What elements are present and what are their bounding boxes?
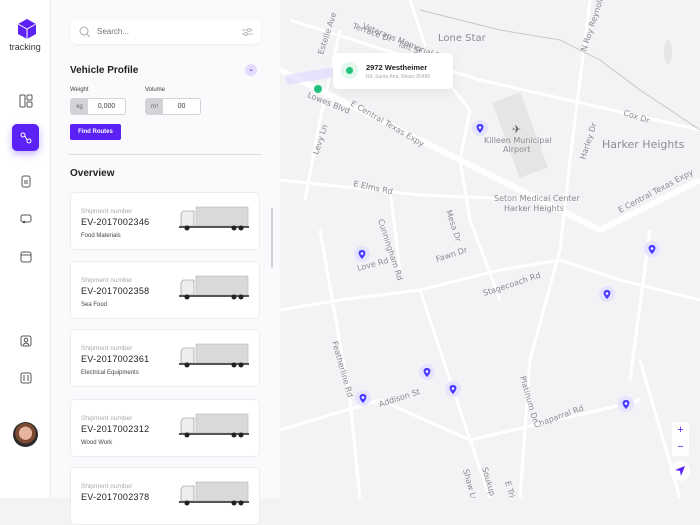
weight-field[interactable]: kg0,000 (70, 98, 126, 115)
airport-icon: ✈ (512, 123, 521, 136)
nav-profile[interactable] (12, 327, 39, 354)
location-dot-icon (341, 62, 358, 79)
volume-label: Volume (145, 87, 165, 93)
scrollbar[interactable] (271, 208, 273, 268)
shipment-number: EV-2017002312 (81, 424, 149, 434)
shipment-label: Shipment number (81, 345, 132, 352)
location-popup[interactable]: 2972 Westheimer Rd. Santa Ana, Illinois … (333, 53, 453, 89)
map-label: Harker Heights (602, 138, 685, 151)
shipment-card[interactable]: Shipment number EV-2017002361 Electrical… (70, 329, 260, 387)
calendar-icon (19, 249, 33, 263)
zoom-in-button[interactable]: + (672, 422, 689, 439)
find-routes-button[interactable]: Find Routes (70, 124, 121, 140)
shipment-label: Shipment number (81, 208, 132, 215)
locate-button[interactable] (670, 461, 690, 481)
logo[interactable]: tracking (10, 18, 40, 45)
sidebar: tracking (0, 0, 51, 498)
truck-image (179, 206, 249, 232)
popup-subtitle: Rd. Santa Ana, Illinois 85486 (366, 74, 430, 80)
shipment-label: Shipment number (81, 415, 132, 422)
vehicle-icon (19, 211, 33, 225)
weight-value[interactable]: 0,000 (88, 99, 125, 114)
origin-marker[interactable] (314, 85, 322, 93)
dashboard-icon (19, 94, 33, 108)
shipment-card[interactable]: Shipment number EV-2017002312 Wood Work (70, 399, 260, 457)
truck-image (179, 343, 249, 369)
shipment-number: EV-2017002378 (81, 492, 149, 502)
nav-settings[interactable] (12, 364, 39, 391)
nav-routes[interactable] (12, 124, 39, 151)
shipment-number: EV-2017002346 (81, 217, 149, 227)
navigation-arrow-icon (675, 466, 685, 476)
location-pin-icon[interactable] (445, 381, 461, 397)
location-pin-icon[interactable] (354, 246, 370, 262)
settings-sliders-icon (19, 371, 33, 385)
search-input[interactable] (97, 27, 242, 36)
avatar[interactable] (13, 422, 38, 447)
logo-text: tracking (6, 42, 44, 52)
zoom-out-button[interactable]: − (672, 439, 689, 456)
volume-field[interactable]: m³00 (145, 98, 201, 115)
location-pin-icon[interactable] (419, 364, 435, 380)
location-pin-icon[interactable] (355, 390, 371, 406)
filter-icon[interactable] (242, 27, 253, 37)
clipboard-icon (19, 174, 33, 188)
zoom-control: + − (672, 422, 689, 456)
chevron-down-icon[interactable]: ⌄ (245, 64, 257, 76)
location-pin-icon[interactable] (472, 120, 488, 136)
shipment-card[interactable]: Shipment number EV-2017002346 Food Mater… (70, 192, 260, 250)
cube-logo-icon (16, 18, 38, 40)
map-label: Airport (503, 145, 530, 154)
shipment-category: Wood Work (81, 440, 112, 446)
map-label: Lone Star (438, 33, 487, 44)
shipment-category: Sea Food (81, 302, 107, 308)
nav-calendar[interactable] (12, 242, 39, 269)
shipment-category: Electrical Equipments (81, 370, 139, 376)
shipment-category: Food Materials (81, 233, 121, 239)
weight-label: Weight (70, 87, 89, 93)
volume-value[interactable]: 00 (163, 99, 200, 114)
shipment-number: EV-2017002358 (81, 286, 149, 296)
divider (69, 154, 262, 155)
weight-unit: kg (71, 99, 88, 114)
popup-title: 2972 Westheimer (366, 63, 427, 72)
shipment-number: EV-2017002361 (81, 354, 149, 364)
truck-image (179, 275, 249, 301)
shipment-label: Shipment number (81, 483, 132, 490)
map-label: Seton Medical Center (494, 194, 580, 203)
search-bar[interactable] (71, 19, 261, 44)
search-icon (79, 26, 90, 37)
truck-image (179, 481, 249, 507)
shipment-card[interactable]: Shipment number EV-2017002358 Sea Food (70, 261, 260, 319)
map-label: Harker Heights (504, 204, 564, 213)
vehicle-profile-title: Vehicle Profile (70, 65, 138, 76)
user-icon (19, 334, 33, 348)
map-label: Killeen Municipal (484, 136, 551, 145)
nav-orders[interactable] (12, 167, 39, 194)
location-pin-icon[interactable] (618, 396, 634, 412)
volume-unit: m³ (146, 99, 163, 114)
shipment-label: Shipment number (81, 277, 132, 284)
shipment-card[interactable]: Shipment number EV-2017002378 (70, 467, 260, 525)
nav-vehicles[interactable] (12, 204, 39, 231)
location-pin-icon[interactable] (599, 286, 615, 302)
location-pin-icon[interactable] (644, 241, 660, 257)
route-icon (19, 131, 33, 145)
side-panel: Vehicle Profile ⌄ Weight kg0,000 Volume … (51, 0, 280, 498)
nav-dashboard[interactable] (12, 87, 39, 114)
overview-title: Overview (70, 168, 114, 179)
truck-image (179, 413, 249, 439)
